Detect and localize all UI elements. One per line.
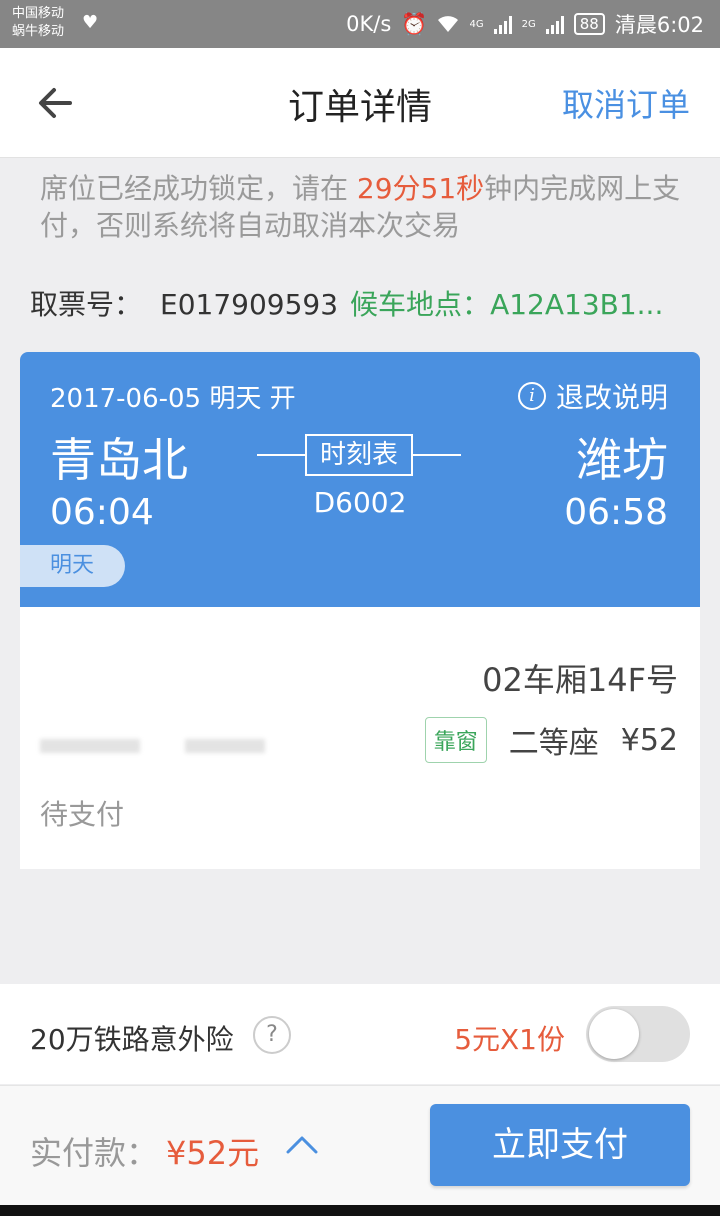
ticket-info-row: 取票号： E017909593 候车地点：A12A13B1... [30, 283, 695, 323]
passenger-details: 02车厢14F号 靠窗 二等座 ¥52 待支付 [20, 607, 700, 869]
coach-seat: 02车厢14F号 [482, 661, 678, 699]
lock-notice: 席位已经成功锁定，请在 29分51秒钟内完成网上支付，否则系统将自动取消本次交易 [40, 170, 690, 244]
from-station: 青岛北 [50, 433, 188, 487]
notice-prefix: 席位已经成功锁定，请在 [40, 172, 357, 205]
payment-bar: 实付款： ¥52元 立即支付 [0, 1085, 720, 1205]
status-bar: 中国移动 蜗牛移动 ♥ 0K/s ⏰ 4G 2G 88 清晨6:02 [0, 0, 720, 48]
ticket-number-label: 取票号： [30, 288, 143, 321]
header: 订单详情 取消订单 [0, 48, 720, 158]
arrival-time: 06:58 [564, 492, 668, 533]
question-icon[interactable]: ? [253, 1016, 291, 1054]
cancel-order-button[interactable]: 取消订单 [562, 80, 690, 126]
insurance-price: 5元X1份 [454, 1023, 565, 1056]
countdown-timer: 29分51秒 [356, 172, 485, 205]
trip-card: 2017-06-05 明天 开 i 退改说明 青岛北 潍坊 时刻表 06:04 … [20, 352, 700, 869]
refund-policy-label: 退改说明 [555, 381, 668, 414]
status-icons: 0K/s ⏰ 4G 2G 88 清晨6:02 [346, 0, 704, 48]
insurance-label: 20万铁路意外险 [30, 1023, 234, 1056]
ticket-number: E017909593 [160, 288, 339, 321]
carrier-info: 中国移动 蜗牛移动 [12, 5, 64, 41]
payment-status: 待支付 [40, 798, 125, 831]
toggle-knob [589, 1009, 639, 1059]
wifi-icon [438, 16, 459, 32]
refund-policy-link[interactable]: i 退改说明 [517, 376, 668, 416]
timetable-line-right [413, 454, 461, 456]
timetable-button[interactable]: 时刻表 [305, 434, 413, 476]
train-number: D6002 [313, 486, 407, 519]
bottom-edge [0, 1205, 720, 1216]
battery-icon: 88 [573, 13, 605, 35]
insurance-row: 20万铁路意外险 ? 5元X1份 [0, 984, 720, 1084]
amount-label: 实付款： [30, 1134, 159, 1172]
seat-class: 二等座 [508, 726, 599, 761]
pay-now-button[interactable]: 立即支付 [430, 1104, 690, 1186]
signal-1-icon [493, 14, 512, 34]
health-icon: ♥ [82, 12, 99, 33]
window-seat-tag: 靠窗 [424, 717, 487, 763]
gate-label: 候车地点： [350, 288, 491, 321]
clock: 清晨6:02 [614, 13, 704, 37]
insurance-toggle[interactable] [586, 1006, 690, 1062]
net-speed: 0K/s [346, 12, 392, 36]
redacted-passenger-info [40, 739, 290, 753]
trip-summary: 2017-06-05 明天 开 i 退改说明 青岛北 潍坊 时刻表 06:04 … [20, 352, 700, 607]
chevron-up-icon[interactable] [285, 1130, 319, 1160]
to-station: 潍坊 [576, 433, 668, 487]
day-tag: 明天 [20, 545, 125, 587]
amount-value: ¥52元 [166, 1134, 260, 1172]
carrier-1: 中国移动 [12, 6, 65, 21]
signal-2-type: 2G [521, 18, 536, 30]
ticket-price: ¥52 [620, 722, 678, 758]
departure-time: 06:04 [50, 492, 154, 533]
seat-row: 靠窗 二等座 ¥52 [424, 717, 678, 763]
info-icon: i [517, 382, 546, 410]
alarm-icon: ⏰ [401, 11, 428, 36]
departure-date: 2017-06-05 明天 开 [50, 384, 296, 414]
timetable-line-left [257, 454, 305, 456]
gate-value[interactable]: A12A13B1... [490, 288, 663, 321]
signal-2-icon [545, 14, 564, 34]
signal-1-type: 4G [469, 18, 484, 30]
carrier-2: 蜗牛移动 [12, 24, 65, 39]
